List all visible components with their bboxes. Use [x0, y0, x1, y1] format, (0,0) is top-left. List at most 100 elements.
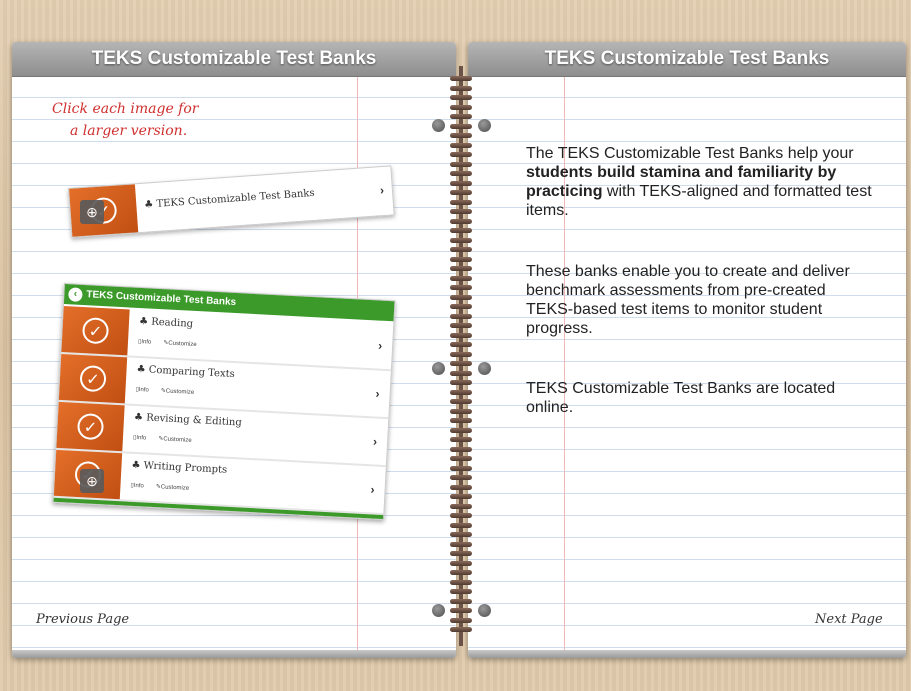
binding-hole: [432, 119, 445, 132]
spiral-coil: [450, 494, 472, 499]
spiral-coil: [450, 608, 472, 613]
spiral-coil: [450, 598, 472, 604]
chevron-right-icon: ›: [372, 434, 378, 449]
spiral-coil: [450, 190, 472, 195]
binding-hole: [478, 362, 491, 375]
spiral-coil: [450, 180, 472, 186]
binding-hole: [432, 604, 445, 617]
check-icon: ✓: [81, 317, 110, 345]
row-title: ♣ Reading: [138, 315, 194, 330]
spiral-coil: [450, 256, 472, 262]
benchmark-paragraph: These banks enable you to create and del…: [526, 263, 850, 337]
spiral-coil: [450, 313, 472, 319]
spiral-coil: [450, 503, 472, 509]
chevron-right-icon: ›: [377, 338, 383, 353]
spiral-coil: [450, 427, 472, 433]
spiral-coil: [450, 171, 472, 176]
orange-tile: ✓: [61, 306, 130, 356]
spiral-coil: [450, 323, 472, 328]
orange-tile: ✓: [58, 353, 128, 404]
intro-paragraph: The TEKS Customizable Test Banks help yo…: [526, 144, 876, 220]
next-page-link[interactable]: Next Page: [815, 612, 883, 627]
binding-hole: [432, 362, 445, 375]
spiral-coil: [450, 285, 472, 290]
check-icon: ✓: [79, 364, 107, 393]
spiral-coil: [450, 304, 472, 309]
shot1-label: ♣ TEKS Customizable Test Banks: [144, 187, 315, 211]
spiral-coil: [450, 76, 472, 81]
location-paragraph: TEKS Customizable Test Banks are located…: [526, 380, 836, 416]
spiral-coil: [450, 465, 472, 471]
spiral-coil: [450, 589, 472, 594]
spiral-coil: [450, 513, 472, 518]
spiral-coil: [450, 228, 472, 233]
page-bottom-bar: [12, 650, 456, 658]
spiral-coil: [450, 437, 472, 442]
row-links: ▯Info ✎Customize: [130, 482, 190, 492]
row-links: ▯Info ✎Customize: [135, 386, 195, 396]
spiral-coil: [450, 418, 472, 423]
spiral-coil: [450, 560, 472, 566]
back-arrow-icon: ‹: [68, 287, 83, 302]
zoom-in-icon[interactable]: ⊕: [80, 469, 104, 493]
spiral-coil: [450, 351, 472, 357]
spiral-coil: [450, 370, 472, 376]
spiral-coil: [450, 484, 472, 490]
binding-hole: [478, 604, 491, 617]
chevron-right-icon: ›: [375, 386, 381, 401]
spiral-coil: [450, 570, 472, 575]
spiral-coil: [450, 133, 472, 138]
spiral-coil: [450, 247, 472, 252]
note-line-2: a larger version.: [70, 123, 188, 139]
spiral-coil: [450, 123, 472, 129]
spiral-coil: [450, 408, 472, 414]
spiral-coil: [450, 152, 472, 157]
page-bottom-bar: [468, 650, 906, 658]
spiral-coil: [450, 142, 472, 148]
spiral-coil: [450, 161, 472, 167]
spiral-coil: [450, 627, 472, 632]
previous-page-link[interactable]: Previous Page: [36, 612, 129, 627]
spiral-binding: [446, 66, 476, 646]
chevron-right-icon: ›: [370, 482, 375, 497]
spiral-coil: [450, 104, 472, 110]
row-title: ♣ Writing Prompts: [131, 459, 228, 476]
spiral-coil: [450, 294, 472, 300]
spiral-coil: [450, 380, 472, 385]
binding-hole: [478, 119, 491, 132]
spiral-coil: [450, 389, 472, 395]
spiral-coil: [450, 475, 472, 480]
spiral-coil: [450, 456, 472, 461]
orange-tile: ✓: [56, 401, 125, 452]
spiral-coil: [450, 95, 472, 100]
right-page-title: TEKS Customizable Test Banks: [468, 42, 906, 77]
spiral-coil: [450, 532, 472, 537]
spiral-coil: [450, 361, 472, 366]
spiral-coil: [450, 332, 472, 338]
spiral-coil: [450, 237, 472, 243]
chevron-right-icon: ›: [379, 182, 385, 198]
right-page: TEKS Customizable Test Banks: [468, 42, 906, 658]
spiral-coil: [450, 85, 472, 91]
spiral-coil: [450, 551, 472, 556]
spiral-coil: [450, 446, 472, 452]
check-icon: ✓: [76, 412, 105, 441]
spiral-coil: [450, 209, 472, 214]
spiral-coil: [450, 275, 472, 281]
row-links: ▯Info ✎Customize: [132, 434, 192, 444]
handwritten-note: Click each image for a larger version.: [52, 98, 212, 142]
spiral-coil: [450, 218, 472, 224]
spiral-coil: [450, 579, 472, 585]
spiral-coil: [450, 266, 472, 271]
row-links: ▯Info ✎Customize: [137, 338, 197, 349]
spiral-coil: [450, 399, 472, 404]
row-title: ♣ Revising & Editing: [133, 411, 243, 429]
spiral-coil: [450, 342, 472, 347]
spiral-coil: [450, 114, 472, 119]
note-line-1: Click each image for: [52, 101, 199, 117]
spiral-coil: [450, 541, 472, 547]
zoom-in-icon[interactable]: ⊕: [80, 200, 104, 224]
spiral-coil: [450, 199, 472, 205]
intro-text: The TEKS Customizable Test Banks help yo…: [526, 145, 854, 162]
spiral-coil: [450, 522, 472, 528]
